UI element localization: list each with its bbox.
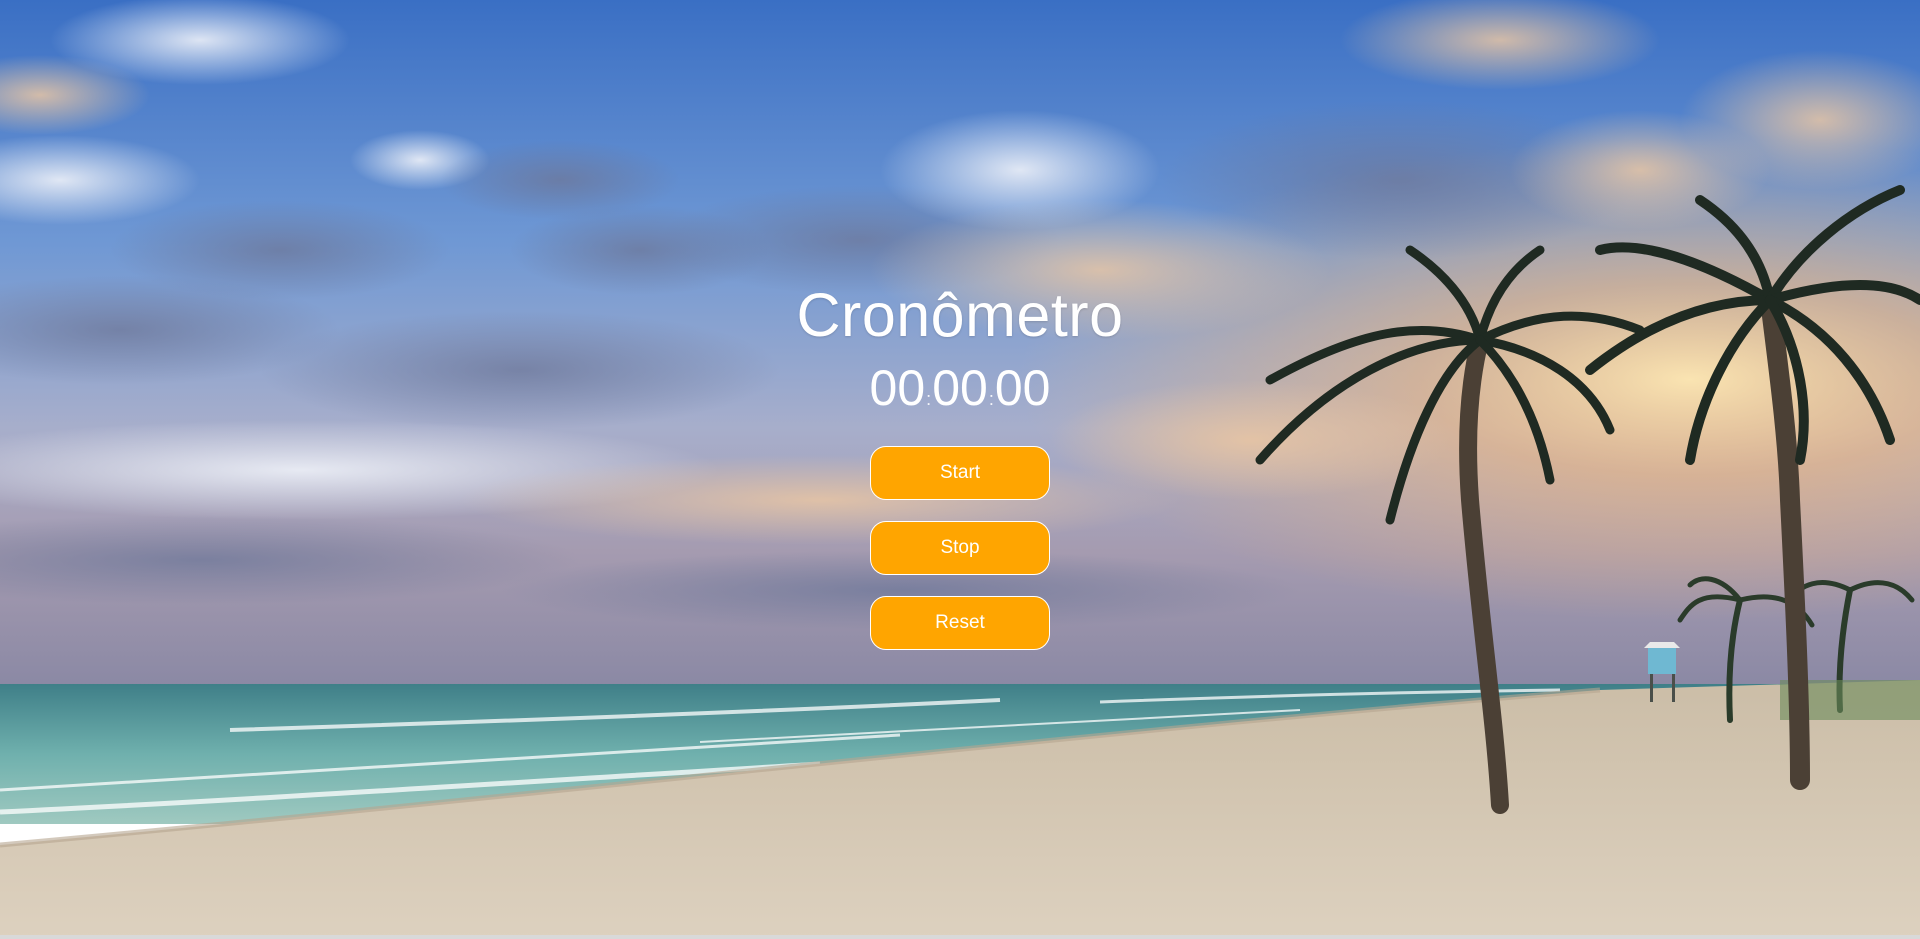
stop-button[interactable]: Stop bbox=[870, 521, 1050, 575]
timer-hours: 00 bbox=[869, 360, 926, 416]
timer-minutes: 00 bbox=[932, 360, 988, 416]
stopwatch-app: Cronômetro 00:00:00 Start Stop Reset bbox=[0, 0, 1920, 939]
page-background: Cronômetro 00:00:00 Start Stop Reset bbox=[0, 0, 1920, 939]
timer-separator: : bbox=[988, 389, 994, 409]
reset-button[interactable]: Reset bbox=[870, 596, 1050, 650]
page-title: Cronômetro bbox=[796, 281, 1124, 349]
stopwatch-display: 00:00:00 bbox=[870, 358, 1051, 418]
timer-separator: : bbox=[926, 389, 932, 409]
timer-seconds: 00 bbox=[994, 360, 1051, 416]
page-bottom-edge bbox=[0, 935, 1920, 939]
start-button[interactable]: Start bbox=[870, 446, 1050, 500]
